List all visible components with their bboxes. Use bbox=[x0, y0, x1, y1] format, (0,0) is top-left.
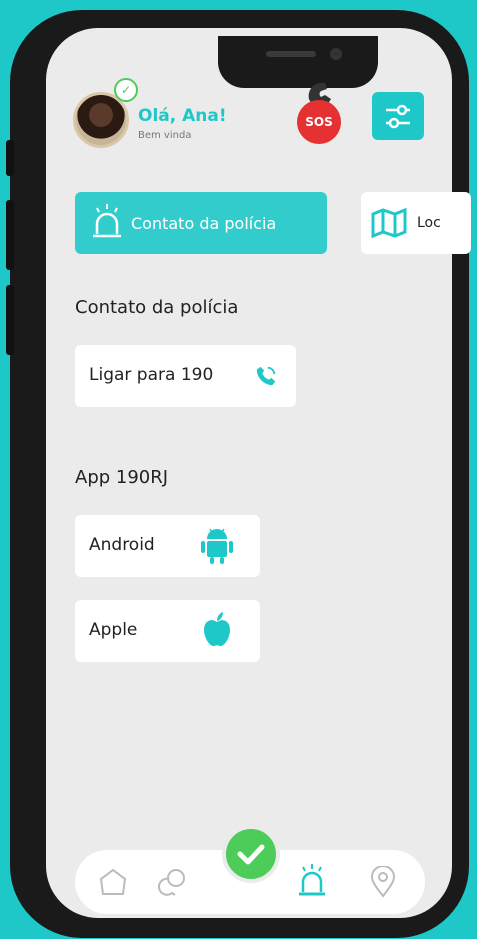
volume-down-button bbox=[6, 285, 14, 355]
section-title-police: Contato da polícia bbox=[75, 297, 239, 318]
tab-label: Contato da polícia bbox=[131, 214, 277, 233]
chat-icon[interactable] bbox=[157, 867, 189, 897]
android-icon bbox=[201, 528, 233, 564]
home-icon[interactable] bbox=[97, 867, 129, 897]
apple-button[interactable]: Apple bbox=[75, 600, 260, 662]
call-label: Ligar para 190 bbox=[89, 365, 214, 385]
front-camera bbox=[330, 48, 342, 60]
tab-localizacao[interactable]: Loc bbox=[361, 192, 471, 254]
phone-notch bbox=[218, 36, 378, 88]
android-label: Android bbox=[89, 535, 155, 555]
police-siren-icon[interactable] bbox=[295, 862, 329, 900]
speaker-grille bbox=[266, 51, 316, 57]
location-pin-icon[interactable] bbox=[369, 866, 397, 898]
phone-icon bbox=[256, 366, 276, 386]
police-siren-icon bbox=[93, 204, 121, 238]
sliders-icon bbox=[386, 104, 410, 129]
mute-switch bbox=[6, 140, 14, 176]
apple-label: Apple bbox=[89, 620, 138, 640]
greeting-title: Olá, Ana! bbox=[138, 106, 227, 126]
tab-label: Loc bbox=[417, 215, 441, 231]
check-icon bbox=[237, 844, 265, 865]
check-button[interactable] bbox=[222, 825, 280, 883]
tab-contato-policia[interactable]: Contato da polícia bbox=[75, 192, 327, 254]
greeting-subtitle: Bem vinda bbox=[138, 130, 192, 141]
volume-up-button bbox=[6, 200, 14, 270]
apple-icon bbox=[204, 612, 230, 647]
map-icon bbox=[371, 208, 407, 238]
call-190-button[interactable]: Ligar para 190 bbox=[75, 345, 296, 407]
android-button[interactable]: Android bbox=[75, 515, 260, 577]
sos-button[interactable]: SOS bbox=[297, 100, 341, 144]
section-title-app: App 190RJ bbox=[75, 467, 169, 488]
verified-check-icon: ✓ bbox=[114, 78, 138, 102]
filter-settings-button[interactable] bbox=[372, 92, 424, 140]
